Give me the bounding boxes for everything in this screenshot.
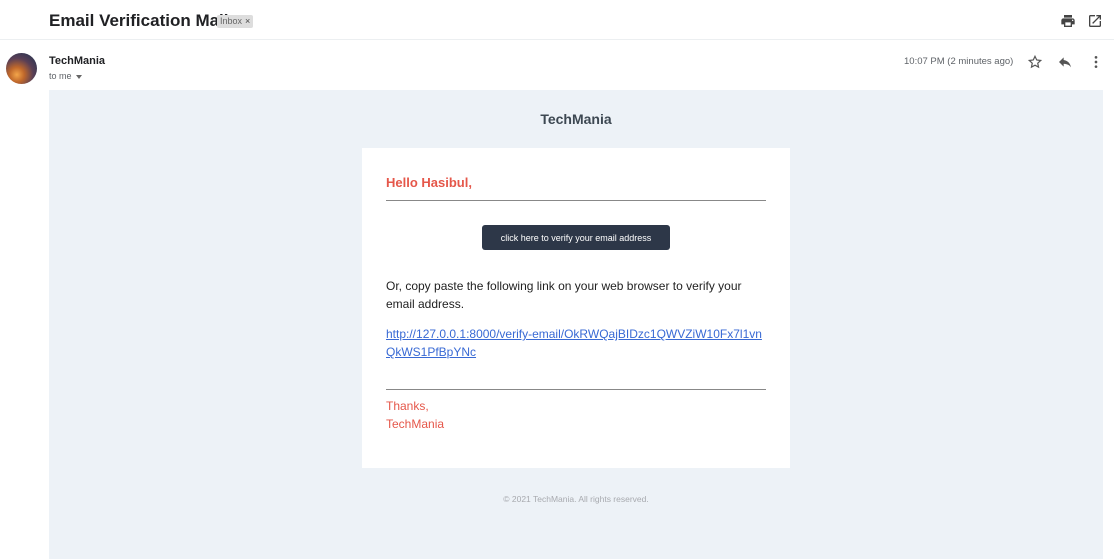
thanks-text: Thanks, bbox=[386, 399, 429, 413]
greeting: Hello Hasibul, bbox=[386, 175, 472, 190]
footer-copyright: © 2021 TechMania. All rights reserved. bbox=[503, 494, 649, 504]
subject-bar: Email Verification Mail Inbox × bbox=[0, 0, 1114, 40]
remove-label-button[interactable]: × bbox=[245, 15, 250, 28]
sender-avatar[interactable] bbox=[6, 53, 37, 84]
instructions-text: Or, copy paste the following link on you… bbox=[386, 279, 742, 311]
inbox-label-text: Inbox bbox=[220, 16, 243, 26]
inbox-label[interactable]: Inbox × bbox=[217, 15, 254, 28]
reply-icon[interactable] bbox=[1057, 54, 1073, 70]
message-timestamp: 10:07 PM (2 minutes ago) bbox=[904, 56, 1014, 67]
email-body: TechMania Hello Hasibul, click here to v… bbox=[49, 90, 1103, 559]
email-subject: Email Verification Mail bbox=[49, 11, 229, 30]
verify-email-link[interactable]: http://127.0.0.1:8000/verify-email/OkRWQ… bbox=[386, 325, 766, 361]
open-in-new-window-icon[interactable] bbox=[1087, 13, 1103, 29]
star-icon[interactable] bbox=[1027, 54, 1043, 70]
verify-email-button[interactable]: click here to verify your email address bbox=[482, 225, 670, 250]
divider bbox=[386, 200, 766, 201]
more-vertical-icon[interactable] bbox=[1088, 54, 1104, 70]
brand-title[interactable]: TechMania bbox=[49, 111, 1103, 127]
sender-name[interactable]: TechMania bbox=[49, 55, 105, 67]
signature-text: TechMania bbox=[386, 417, 445, 431]
signoff: Thanks, TechMania bbox=[386, 397, 444, 433]
recipient-details[interactable]: to me bbox=[49, 71, 82, 81]
recipient-text: to me bbox=[49, 71, 72, 81]
print-icon[interactable] bbox=[1060, 13, 1076, 29]
chevron-down-icon[interactable] bbox=[75, 74, 82, 79]
email-card: Hello Hasibul, click here to verify your… bbox=[362, 148, 790, 468]
divider bbox=[386, 389, 766, 390]
